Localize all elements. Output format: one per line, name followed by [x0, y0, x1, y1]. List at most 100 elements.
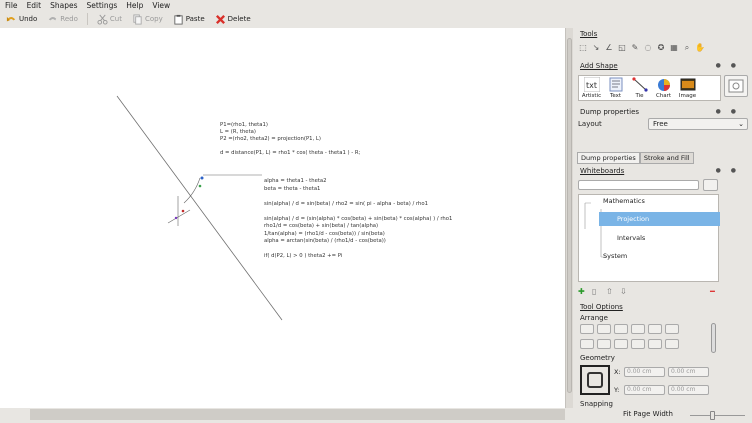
angle-tool-icon[interactable]: ∠ [604, 43, 614, 53]
scrollbar-thumb[interactable] [711, 323, 716, 353]
menu-settings[interactable]: Settings [87, 1, 118, 10]
projection-segment [167, 209, 191, 224]
point-p2[interactable] [198, 184, 202, 188]
lower-button[interactable] [648, 324, 662, 334]
shape-chart[interactable]: Chart [652, 77, 675, 99]
point-p1[interactable] [200, 176, 204, 180]
pen-tool-icon[interactable]: ✎ [630, 43, 640, 53]
x-position-spinbox[interactable]: 0.00 cm [624, 367, 665, 377]
height-spinbox[interactable]: 0.00 cm [668, 385, 709, 395]
arrange-buttons-row-2 [580, 339, 679, 349]
point-p3[interactable] [181, 209, 185, 213]
menu-view[interactable]: View [152, 1, 170, 10]
up-icon[interactable]: ⇧ [606, 288, 614, 296]
menu-edit[interactable]: Edit [27, 1, 42, 10]
zoom-slider-handle[interactable] [710, 411, 715, 420]
undo-icon [6, 16, 16, 21]
shape-tie-label: Tie [635, 93, 644, 99]
pan-tool-icon[interactable]: ✋ [695, 43, 705, 53]
formula-line: 1/tan(alpha) = (rho1/d - cos(beta)) / si… [264, 230, 385, 237]
menu-help[interactable]: Help [126, 1, 143, 10]
tools-row: ⬚ ↘ ∠ ◱ ✎ ◌ ✪ ▦ ⌕ ✋ [578, 42, 748, 54]
bring-front-button[interactable] [631, 339, 645, 349]
tab-dump-properties[interactable]: Dump properties [577, 152, 640, 164]
tree-item-mathematics[interactable]: Mathematics [603, 197, 645, 205]
down-icon[interactable]: ⇩ [620, 288, 628, 296]
drawing-canvas[interactable]: P1=(rho1, theta1) L = (R, theta) P2 =(rh… [0, 28, 565, 408]
dock-float-close-icons[interactable]: ● ● [716, 62, 740, 69]
align-right-button[interactable] [614, 324, 628, 334]
delete-button[interactable]: Delete [212, 12, 254, 26]
redo-icon [49, 16, 57, 20]
raise-button[interactable] [631, 324, 645, 334]
menu-bar: File Edit Shapes Settings Help View [0, 0, 752, 11]
shape-tie[interactable]: Tie [628, 77, 651, 99]
paste-button[interactable]: Paste [170, 12, 208, 26]
zoom-tool-icon[interactable]: ⌕ [682, 43, 692, 53]
point-p4[interactable] [174, 216, 178, 220]
formula-block-1[interactable]: P1=(rho1, theta1) L = (R, theta) P2 =(rh… [220, 122, 360, 157]
formula-line: sin(alpha) / d = sin(beta) / rho2 = sin(… [264, 200, 429, 207]
select-tool-icon[interactable]: ⬚ [578, 43, 588, 53]
formula-line: alpha = arctan(sin(beta) / (rho1/d - cos… [264, 238, 386, 244]
align-middle-button[interactable] [597, 339, 611, 349]
tree-item-system[interactable]: System [603, 252, 627, 260]
shape-image[interactable]: Image [676, 77, 699, 99]
svg-text:txt: txt [586, 81, 597, 90]
dock-panel: Tools ⬚ ↘ ∠ ◱ ✎ ◌ ✪ ▦ ⌕ ✋ Add Shape ● ● … [574, 28, 752, 408]
shape-artistic[interactable]: txt Artistic [580, 77, 603, 99]
paint-tool-icon[interactable]: ✪ [656, 43, 666, 53]
redo-button[interactable]: Redo [44, 12, 81, 26]
anchor-selector[interactable] [580, 365, 610, 395]
whiteboard-search-input[interactable] [578, 180, 699, 190]
menu-file[interactable]: File [5, 1, 18, 10]
tab-stroke-fill[interactable]: Stroke and Fill [639, 152, 694, 164]
arrange-buttons-row-1 [580, 324, 679, 334]
artistic-text-icon: txt [583, 77, 600, 92]
tree-item-projection[interactable]: Projection [617, 215, 649, 223]
whiteboard-tree: Mathematics Projection Intervals System [578, 194, 720, 282]
tool-options-scrollbar[interactable] [711, 293, 717, 408]
page-icon[interactable]: ▯ [592, 288, 600, 296]
undo-button[interactable]: Undo [3, 12, 40, 26]
align-top-button[interactable] [580, 339, 594, 349]
shape-image-label: Image [678, 93, 697, 99]
formula-line: sin(alpha) / d = (sin(alpha) * cos(beta)… [264, 215, 453, 222]
ungroup-button[interactable] [665, 339, 679, 349]
whiteboard-actions: ✚ ▯ ⇧ ⇩ ━ [578, 287, 723, 297]
dock-float-close-icons[interactable]: ● ● [716, 108, 740, 115]
align-bottom-button[interactable] [614, 339, 628, 349]
path-tool-icon[interactable]: ↘ [591, 43, 601, 53]
width-spinbox[interactable]: 0.00 cm [668, 367, 709, 377]
zoom-slider[interactable] [690, 411, 745, 420]
grid-tool-icon[interactable]: ▦ [669, 43, 679, 53]
chevron-down-icon: ⌄ [738, 120, 744, 128]
shape-artistic-label: Artistic [581, 93, 602, 99]
send-back-button[interactable] [648, 339, 662, 349]
align-center-button[interactable] [597, 324, 611, 334]
shape-text[interactable]: Text [604, 77, 627, 99]
ellipse-tool-icon[interactable]: ◌ [643, 43, 653, 53]
canvas-vertical-scrollbar[interactable] [565, 28, 573, 408]
formula-line: rho1/d = cos(beta) + sin(beta) / tan(alp… [264, 223, 379, 229]
menu-shapes[interactable]: Shapes [50, 1, 77, 10]
copy-button[interactable]: Copy [129, 12, 166, 26]
y-position-spinbox[interactable]: 0.00 cm [624, 385, 665, 395]
formula-line: d = distance(P1, L) = rho1 * cos( theta … [220, 150, 361, 156]
layout-combo[interactable]: Free ⌄ [648, 118, 748, 130]
search-options-button[interactable] [703, 179, 718, 191]
scrollbar-thumb[interactable] [567, 38, 572, 393]
formula-line: P2 =(rho2, theta2) = projection(P1, L) [220, 136, 321, 142]
shape-tool-icon[interactable]: ◱ [617, 43, 627, 53]
tree-item-intervals[interactable]: Intervals [617, 234, 645, 242]
more-shapes-button[interactable] [724, 75, 748, 97]
formula-line: if( d(P2, L) > 0 ) theta2 += Pi [264, 253, 343, 259]
zoom-selector[interactable]: Fit Page Width [623, 410, 673, 418]
formula-block-2[interactable]: alpha = theta1 - theta2 beta = theta - t… [264, 178, 452, 261]
cut-button[interactable]: Cut [94, 12, 125, 26]
dock-float-close-icons[interactable]: ● ● [716, 167, 740, 174]
image-shape-icon [680, 78, 695, 91]
group-button[interactable] [665, 324, 679, 334]
align-left-button[interactable] [580, 324, 594, 334]
add-icon[interactable]: ✚ [578, 288, 586, 296]
